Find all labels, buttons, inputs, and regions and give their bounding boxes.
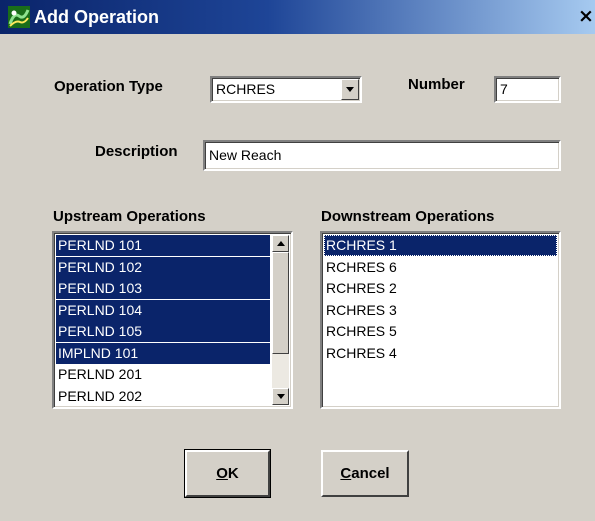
number-input[interactable]: 7	[494, 76, 561, 103]
upstream-operations-label: Upstream Operations	[53, 208, 206, 225]
cancel-button[interactable]: Cancel	[321, 450, 409, 497]
list-item[interactable]: PERLND 201	[56, 364, 270, 385]
list-item[interactable]: RCHRES 5	[324, 321, 557, 342]
cancel-mnemonic: C	[340, 465, 352, 482]
description-input[interactable]: New Reach	[203, 140, 561, 171]
list-item[interactable]: RCHRES 3	[324, 300, 557, 321]
list-item[interactable]: IMPLND 101	[56, 342, 270, 364]
list-item[interactable]: RCHRES 4	[324, 343, 557, 364]
list-item[interactable]: PERLND 102	[56, 256, 270, 278]
list-item[interactable]: PERLND 104	[56, 299, 270, 321]
downstream-operations-list[interactable]: RCHRES 1 RCHRES 6 RCHRES 2 RCHRES 3 RCHRES 5…	[320, 231, 561, 409]
downstream-operations-label: Downstream Operations	[321, 208, 495, 225]
arrow-up-icon	[276, 241, 285, 246]
upstream-scrollbar[interactable]	[272, 235, 289, 405]
chevron-down-icon	[346, 87, 354, 92]
list-item[interactable]: PERLND 103	[56, 278, 270, 299]
cancel-label: ancel	[351, 465, 390, 482]
dropdown-button[interactable]	[341, 79, 359, 100]
ok-button[interactable]: OK	[184, 449, 271, 498]
close-button[interactable]: ×	[577, 3, 595, 29]
list-item[interactable]: RCHRES 6	[324, 257, 557, 278]
list-item[interactable]: RCHRES 2	[324, 278, 557, 299]
scroll-up-button[interactable]	[272, 235, 289, 252]
app-icon	[8, 6, 30, 28]
list-item[interactable]: PERLND 202	[56, 386, 270, 407]
scroll-thumb[interactable]	[272, 252, 289, 354]
scroll-down-button[interactable]	[272, 388, 289, 405]
ok-mnemonic: O	[216, 465, 228, 482]
number-value: 7	[500, 81, 508, 97]
title-bar[interactable]: Add Operation ×	[0, 0, 595, 34]
list-item[interactable]: RCHRES 1	[324, 235, 557, 256]
arrow-down-icon	[276, 394, 285, 399]
list-item[interactable]: PERLND 105	[56, 321, 270, 342]
operation-type-label: Operation Type	[54, 78, 163, 95]
description-label: Description	[95, 143, 178, 160]
ok-label: K	[227, 465, 239, 482]
description-value: New Reach	[209, 147, 282, 163]
operation-type-value: RCHRES	[216, 81, 276, 97]
list-item[interactable]: PERLND 101	[56, 235, 270, 256]
number-label: Number	[408, 76, 465, 93]
operation-type-select[interactable]: RCHRES	[210, 76, 362, 103]
upstream-operations-list[interactable]: PERLND 101 PERLND 102 PERLND 103 PERLND 104…	[52, 231, 293, 409]
window-title: Add Operation	[34, 6, 159, 27]
